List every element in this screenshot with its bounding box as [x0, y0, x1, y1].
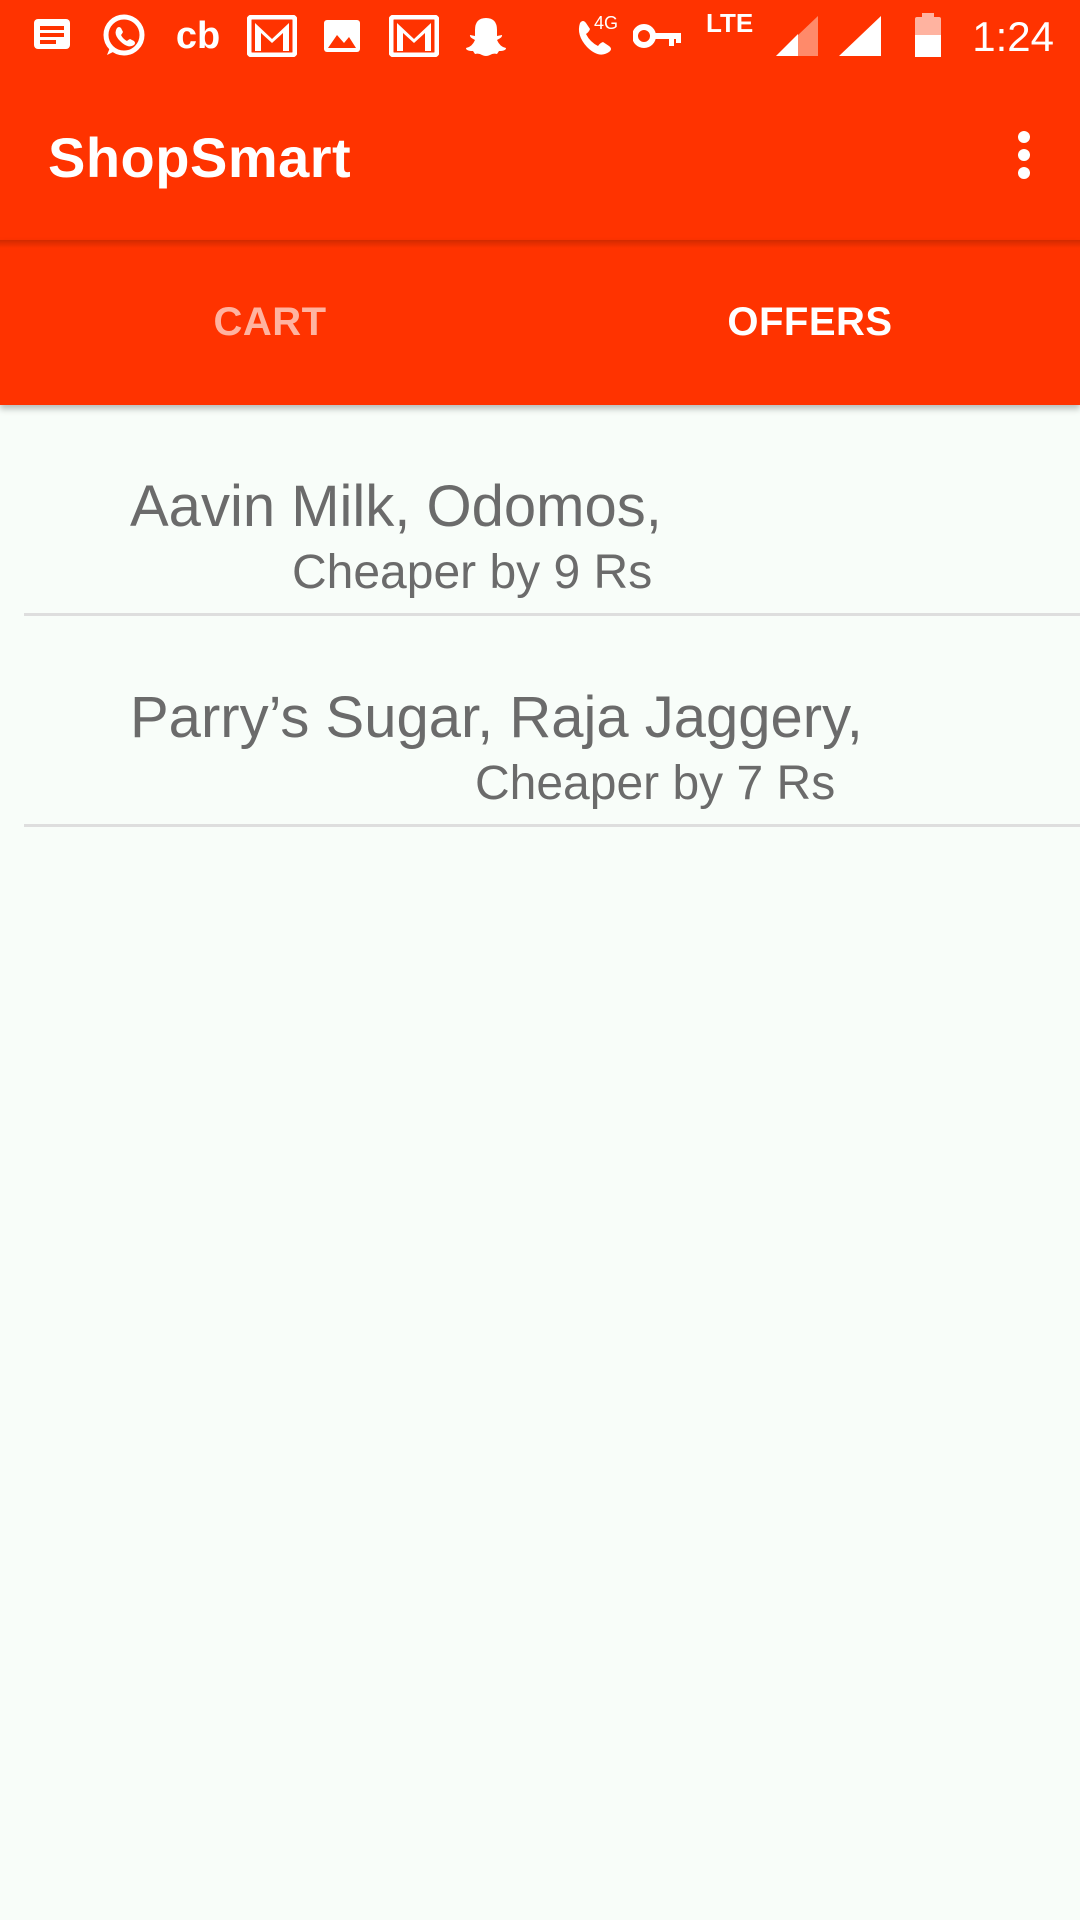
gmail-icon	[246, 14, 298, 58]
snapchat-icon	[462, 14, 510, 58]
tab-cart[interactable]: CART	[0, 240, 540, 405]
status-time: 1:24	[972, 13, 1054, 60]
signal-icon: LTE	[706, 8, 822, 58]
cb-icon: cb	[175, 14, 221, 57]
vpn-key-icon	[632, 14, 684, 58]
offers-list: Aavin Milk, Odomos, Cheaper by 9 Rs Parr…	[0, 405, 1080, 827]
offer-items: Aavin Milk, Odomos,	[130, 474, 662, 539]
app-title: ShopSmart	[48, 126, 352, 189]
gmail-icon	[388, 14, 440, 58]
overflow-menu-icon[interactable]	[994, 125, 1054, 185]
offer-items: Parry’s Sugar, Raja Jaggery,	[130, 685, 863, 750]
tab-bar: CART OFFERS	[0, 240, 1080, 405]
call-4g-label: 4G	[594, 13, 618, 33]
signal-icon	[836, 14, 884, 58]
offer-saving: Cheaper by 9 Rs	[292, 546, 653, 599]
menu-dot	[1018, 167, 1030, 179]
whatsapp-icon	[100, 14, 148, 58]
menu-dot	[1018, 149, 1030, 161]
list-item[interactable]: Parry’s Sugar, Raja Jaggery, Cheaper by …	[24, 616, 1080, 827]
tab-offers[interactable]: OFFERS	[540, 240, 1080, 405]
volte-call-icon: 4G	[572, 13, 624, 58]
offer-saving: Cheaper by 7 Rs	[475, 757, 836, 810]
gallery-icon	[320, 14, 364, 58]
list-item[interactable]: Aavin Milk, Odomos, Cheaper by 9 Rs	[24, 405, 1080, 616]
app-bar: ShopSmart	[0, 75, 1080, 240]
menu-dot	[1018, 131, 1030, 143]
message-icon	[30, 14, 74, 58]
battery-icon	[910, 13, 946, 58]
status-bar: cb 4G LTE 1:24	[0, 0, 1080, 75]
